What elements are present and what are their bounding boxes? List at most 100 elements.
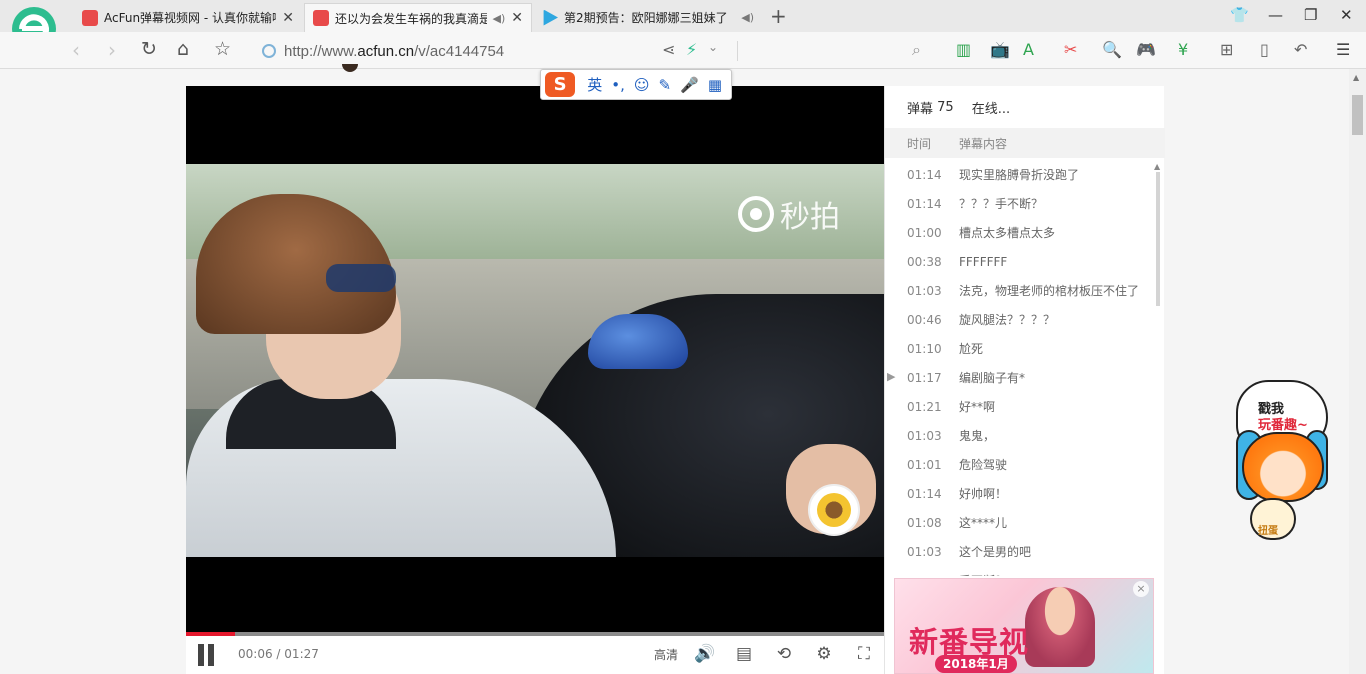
player-controls: 00:06 / 01:27 高清 🔊 ▤ ⟲ ⚙ ⛶ bbox=[186, 636, 884, 674]
danmaku-row[interactable]: 01:14 好帅啊！ bbox=[885, 479, 1153, 508]
video-scene-mirror bbox=[588, 314, 688, 369]
video-player[interactable]: 秒拍 bbox=[186, 86, 884, 636]
pause-button[interactable] bbox=[196, 644, 216, 666]
restore-icon[interactable]: ❐ bbox=[1304, 6, 1317, 24]
apps-grid-icon[interactable]: ⊞ bbox=[1220, 40, 1233, 59]
zoom-icon[interactable]: 🔍 bbox=[1102, 40, 1122, 59]
url-text[interactable]: http://www.acfun.cn/v/ac4144754 bbox=[284, 43, 504, 60]
back-icon[interactable]: ‹ bbox=[72, 38, 80, 62]
acfun-favicon-icon bbox=[82, 9, 98, 26]
danmaku-row[interactable]: 00:38 FFFFFFF bbox=[885, 247, 1153, 276]
danmaku-text: 旋风腿法？？？？ bbox=[959, 313, 1056, 327]
tab-acfun-home[interactable]: AcFun弹幕视频网 - 认真你就输啦 ✕ bbox=[74, 3, 302, 32]
scroll-up-icon[interactable]: ▲ bbox=[1154, 162, 1160, 171]
money-shield-icon[interactable]: ¥ bbox=[1178, 40, 1188, 59]
column-time[interactable]: 时间 bbox=[907, 135, 959, 152]
ime-toolbox-icon[interactable]: ▦ bbox=[708, 76, 722, 94]
home-icon[interactable]: ⌂ bbox=[177, 38, 189, 60]
shirt-skin-icon[interactable]: 👕 bbox=[1230, 6, 1249, 24]
undo-icon[interactable]: ↶ bbox=[1294, 40, 1307, 59]
danmaku-row[interactable]: 01:03 这个是男的吧 bbox=[885, 537, 1153, 566]
danmaku-list[interactable]: 01:14 现实里胳膊骨折没跑了 01:14 ？？？手不断？ 01:00 槽点太多槽点太多… bbox=[885, 160, 1153, 577]
tablet-icon[interactable]: ▯ bbox=[1260, 40, 1269, 59]
quality-selector[interactable]: 高清 bbox=[654, 646, 678, 663]
close-icon[interactable]: ✕ bbox=[511, 10, 523, 26]
danmaku-text: 好帅啊！ bbox=[959, 487, 1008, 501]
minimize-icon[interactable]: — bbox=[1268, 6, 1283, 24]
danmaku-row[interactable]: 01:14 ？？？手不断？ bbox=[885, 189, 1153, 218]
reader-icon[interactable]: ▥ bbox=[956, 40, 971, 59]
speaker-icon[interactable]: ◀) bbox=[493, 12, 506, 25]
close-window-icon[interactable]: ✕ bbox=[1340, 6, 1353, 24]
ime-language-toggle[interactable]: 英 bbox=[587, 74, 602, 95]
screenshot-scissors-icon[interactable]: ✂ bbox=[1064, 40, 1077, 59]
avatar bbox=[342, 64, 358, 72]
video-frame[interactable]: 秒拍 bbox=[186, 164, 884, 557]
refresh-icon[interactable]: ↻ bbox=[141, 38, 157, 60]
forward-icon[interactable]: › bbox=[108, 38, 116, 62]
speaker-icon[interactable]: ◀) bbox=[741, 11, 754, 24]
danmaku-time: 01:14 bbox=[907, 196, 942, 211]
tab-title: 第2期预告：欧阳娜娜三姐妹了 bbox=[564, 11, 728, 25]
ime-handwriting-icon[interactable]: ✎ bbox=[659, 76, 672, 94]
danmaku-text: 鬼鬼， bbox=[959, 429, 996, 443]
anime-preview-banner[interactable]: 新番导视 2018年1月 × bbox=[894, 578, 1154, 674]
danmaku-row[interactable]: 00:46 旋风腿法？？？？ bbox=[885, 305, 1153, 334]
danmaku-row[interactable]: 01:14 现实里胳膊骨折没跑了 bbox=[885, 160, 1153, 189]
navigation-toolbar: ‹ › ↻ ⌂ ☆ http://www.acfun.cn/v/ac414475… bbox=[0, 32, 1366, 69]
column-content[interactable]: 弹幕内容 bbox=[959, 135, 1007, 152]
danmaku-text: ？？？手不断？ bbox=[959, 197, 1044, 211]
scroll-thumb[interactable] bbox=[1156, 172, 1160, 306]
new-tab-button[interactable]: + bbox=[770, 4, 787, 28]
ime-emoji-icon[interactable]: ☺ bbox=[634, 76, 650, 94]
danmaku-row[interactable]: 01:03 法克，物理老师的棺材板压不住了 bbox=[885, 276, 1153, 305]
danmaku-time: 01:14 bbox=[907, 167, 942, 182]
danmaku-label: 弹幕 bbox=[907, 101, 934, 117]
danmaku-text: 手不断？ bbox=[959, 572, 1007, 576]
page-scrollbar[interactable]: ▲ bbox=[1349, 69, 1366, 674]
scroll-thumb[interactable] bbox=[1352, 95, 1363, 135]
danmaku-row[interactable]: 01:17 编剧脑子有* bbox=[885, 363, 1153, 392]
danmaku-row[interactable]: 01:01 危险驾驶 bbox=[885, 450, 1153, 479]
danmaku-count: 75 bbox=[937, 99, 954, 115]
game-icon[interactable]: 🎮 bbox=[1136, 40, 1156, 59]
share-icon[interactable]: ⋖ bbox=[662, 40, 675, 59]
collapse-arrow-icon[interactable]: ▶ bbox=[887, 370, 895, 383]
volume-icon[interactable]: 🔊 bbox=[694, 644, 715, 664]
search-icon[interactable]: ⌕ bbox=[912, 40, 921, 60]
tv-icon[interactable]: 📺 bbox=[990, 40, 1010, 59]
danmaku-row[interactable]: 01:00 槽点太多槽点太多 bbox=[885, 218, 1153, 247]
danmaku-text: 危险驾驶 bbox=[959, 458, 1008, 472]
menu-icon[interactable]: ☰ bbox=[1336, 40, 1350, 59]
danmaku-time: 01:08 bbox=[907, 515, 942, 530]
danmaku-header: 弹幕 75 在线... bbox=[885, 86, 1165, 128]
fullscreen-icon[interactable]: ⛶ bbox=[854, 644, 874, 664]
lightning-icon[interactable]: ⚡ bbox=[686, 40, 697, 59]
close-icon[interactable]: ✕ bbox=[282, 10, 294, 26]
danmaku-row[interactable]: 01:03 鬼鬼， bbox=[885, 421, 1153, 450]
banner-close-button[interactable]: × bbox=[1133, 581, 1149, 597]
danmaku-time: 01:14 bbox=[907, 486, 942, 501]
tab-preview-video[interactable]: 第2期预告：欧阳娜娜三姐妹了 ◀) bbox=[534, 3, 762, 32]
loop-icon[interactable]: ⟲ bbox=[774, 644, 794, 664]
ime-toolbar[interactable]: S 英 •, ☺ ✎ 🎤 ▦ bbox=[540, 69, 732, 100]
bookmark-star-icon[interactable]: ☆ bbox=[214, 38, 231, 60]
divider bbox=[737, 41, 738, 61]
danmaku-text: FFFFFFF bbox=[959, 254, 1008, 269]
scroll-up-icon[interactable]: ▲ bbox=[1353, 73, 1359, 82]
danmaku-row[interactable]: 01:08 这****儿 bbox=[885, 508, 1153, 537]
danmaku-toggle-icon[interactable]: ▤ bbox=[734, 644, 754, 664]
sogou-logo-icon[interactable]: S bbox=[545, 72, 576, 97]
ime-punctuation-icon[interactable]: •, bbox=[611, 76, 625, 94]
mascot-widget[interactable]: 戳我 玩番趣~ 扭蛋 bbox=[1236, 380, 1328, 542]
danmaku-text: 这个是男的吧 bbox=[959, 545, 1032, 559]
ime-voice-icon[interactable]: 🎤 bbox=[680, 76, 699, 94]
danmaku-row[interactable]: 01:10 尬死 bbox=[885, 334, 1153, 363]
settings-gear-icon[interactable]: ⚙ bbox=[814, 644, 834, 664]
danmaku-scrollbar[interactable]: ▲ bbox=[1154, 162, 1161, 572]
danmaku-row[interactable]: 00:50手不断？ bbox=[885, 566, 1153, 577]
tab-current-video[interactable]: 还以为会发生车祸的我真滴是 ◀) ✕ bbox=[304, 3, 532, 32]
chevron-down-icon[interactable]: ⌄ bbox=[708, 40, 718, 54]
translate-icon[interactable]: A bbox=[1023, 40, 1034, 59]
danmaku-row[interactable]: 01:21 好**啊 bbox=[885, 392, 1153, 421]
